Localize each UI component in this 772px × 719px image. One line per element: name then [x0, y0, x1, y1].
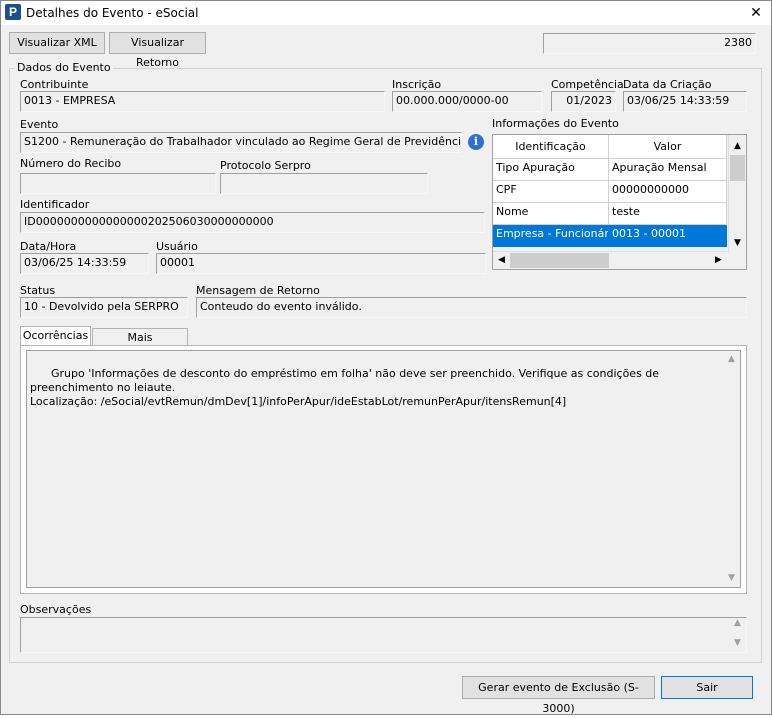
- contribuinte-field[interactable]: 0013 - EMPRESA: [20, 91, 385, 112]
- competencia-label: Competência: [551, 78, 624, 91]
- mensagem-retorno-label: Mensagem de Retorno: [196, 284, 320, 297]
- grid-cell: Nome: [493, 203, 609, 225]
- status-field[interactable]: 10 - Devolvido pela SERPRO: [20, 297, 188, 318]
- grid-cell: 0013 - 00001: [609, 225, 727, 247]
- info-icon[interactable]: i: [468, 134, 484, 150]
- gerar-exclusao-button[interactable]: Gerar evento de Exclusão (S-3000): [462, 676, 655, 715]
- observacoes-field[interactable]: [20, 617, 747, 653]
- data-hora-label: Data/Hora: [20, 240, 77, 253]
- scroll-down-icon[interactable]: ▼: [729, 638, 746, 648]
- grid-header-valor[interactable]: Valor: [609, 135, 727, 158]
- scroll-thumb[interactable]: [730, 155, 745, 181]
- ocorrencias-textarea[interactable]: Grupo 'Informações de desconto do emprés…: [26, 350, 741, 588]
- scroll-up-icon[interactable]: ▲: [723, 351, 740, 368]
- identificador-label: Identificador: [20, 198, 90, 211]
- app-logo-icon: P: [5, 4, 21, 20]
- data-criacao-field[interactable]: 03/06/25 14:33:59: [623, 91, 747, 112]
- observacoes-label: Observações: [20, 603, 92, 616]
- scroll-up-icon[interactable]: ▲: [729, 138, 746, 155]
- mensagem-retorno-field[interactable]: Conteudo do evento inválido.: [196, 297, 747, 318]
- data-criacao-label: Data da Criação: [623, 78, 712, 91]
- scroll-left-icon[interactable]: ◀: [493, 252, 510, 269]
- inscricao-label: Inscrição: [392, 78, 442, 91]
- event-count-field: 2380: [543, 33, 756, 54]
- grid-cell: 00000000000: [609, 181, 727, 203]
- numero-recibo-label: Número do Recibo: [20, 157, 122, 170]
- evento-field[interactable]: S1200 - Remuneração do Trabalhador vincu…: [20, 132, 462, 153]
- window: P Detalhes do Evento - eSocial ✕ Visuali…: [0, 0, 772, 715]
- protocolo-serpro-label: Protocolo Serpro: [220, 159, 311, 172]
- usuario-field[interactable]: 00001: [156, 253, 486, 274]
- grid-cell: Apuração Mensal: [609, 159, 727, 181]
- close-button[interactable]: ✕: [741, 1, 771, 25]
- visualizar-retorno-button[interactable]: Visualizar Retorno: [109, 32, 206, 69]
- ocorrencias-text: Grupo 'Informações de desconto do emprés…: [30, 367, 660, 408]
- grid-vertical-scrollbar[interactable]: ▲ ▼: [728, 135, 746, 253]
- protocolo-serpro-field[interactable]: [220, 173, 428, 194]
- scroll-thumb[interactable]: [510, 253, 609, 268]
- window-title: Detalhes do Evento - eSocial: [26, 6, 199, 20]
- usuario-label: Usuário: [156, 240, 198, 253]
- scroll-down-icon[interactable]: ▼: [723, 570, 740, 587]
- scroll-down-icon[interactable]: ▼: [729, 235, 746, 252]
- status-label: Status: [20, 284, 56, 297]
- scroll-right-icon[interactable]: ▶: [710, 252, 727, 269]
- grid-cell: Empresa - Funcionário: [493, 225, 609, 247]
- grid-horizontal-scrollbar[interactable]: ◀ ▶: [493, 251, 727, 269]
- grid-body: Tipo Apuração Apuração Mensal CPF 000000…: [493, 159, 727, 247]
- grid-cell: Tipo Apuração: [493, 159, 609, 181]
- competencia-field[interactable]: 01/2023: [551, 91, 616, 112]
- grid-cell: teste: [609, 203, 727, 225]
- informacoes-evento-grid[interactable]: Identificação Valor Tipo Apuração Apuraç…: [492, 134, 747, 270]
- title-bar: P Detalhes do Evento - eSocial ✕: [1, 1, 771, 25]
- grid-header: Identificação Valor: [493, 135, 727, 159]
- evento-label: Evento: [20, 118, 59, 131]
- data-hora-field[interactable]: 03/06/25 14:33:59: [20, 253, 149, 274]
- ocorrencias-panel: Grupo 'Informações de desconto do emprés…: [20, 345, 747, 594]
- grid-cell: CPF: [493, 181, 609, 203]
- scroll-up-icon[interactable]: ▲: [729, 618, 746, 628]
- grid-row[interactable]: Nome teste: [493, 203, 727, 225]
- numero-recibo-field[interactable]: [20, 173, 216, 194]
- dados-evento-label: Dados do Evento: [15, 61, 113, 74]
- grid-header-identificacao[interactable]: Identificação: [493, 135, 609, 158]
- grid-row[interactable]: Tipo Apuração Apuração Mensal: [493, 159, 727, 181]
- visualizar-xml-button[interactable]: Visualizar XML: [9, 32, 105, 54]
- grid-row-selected[interactable]: Empresa - Funcionário 0013 - 00001: [493, 225, 727, 247]
- inscricao-field[interactable]: 00.000.000/0000-00: [392, 91, 542, 112]
- sair-button[interactable]: Sair: [661, 676, 753, 699]
- observacoes-scrollbar[interactable]: ▲ ▼: [729, 618, 746, 652]
- contribuinte-label: Contribuinte: [20, 78, 89, 91]
- informacoes-evento-label: Informações do Evento: [492, 117, 619, 130]
- grid-row[interactable]: CPF 00000000000: [493, 181, 727, 203]
- tab-ocorrencias[interactable]: Ocorrências: [20, 326, 91, 346]
- tab-mais-informacoes[interactable]: Mais Informações: [92, 328, 188, 362]
- ocorrencias-scrollbar[interactable]: ▲ ▼: [723, 351, 740, 587]
- identificador-field[interactable]: ID0000000000000000202506030000000000: [20, 212, 485, 233]
